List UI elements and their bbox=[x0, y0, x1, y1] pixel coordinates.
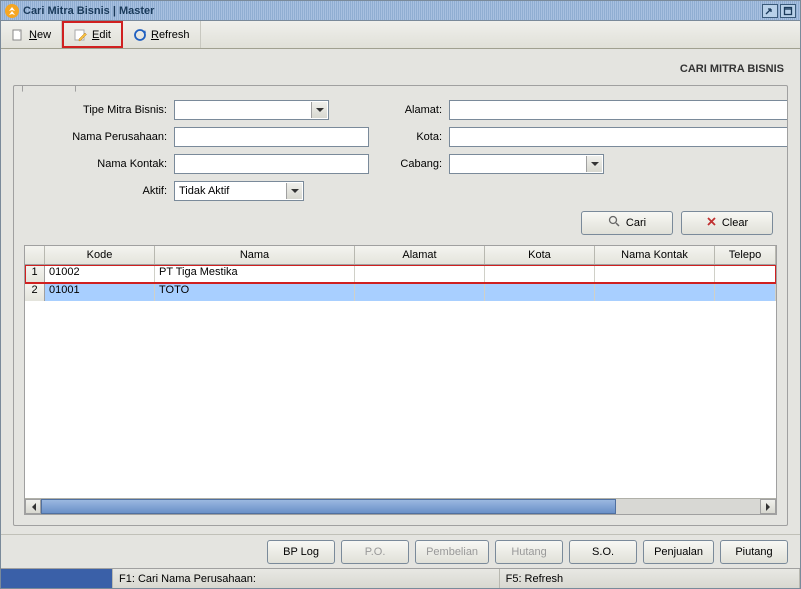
col-kota[interactable]: Kota bbox=[485, 246, 595, 264]
search-icon bbox=[608, 215, 621, 231]
statusbar: F1: Cari Nama Perusahaan: F5: Refresh bbox=[1, 568, 800, 588]
piutang-button[interactable]: Piutang bbox=[720, 540, 788, 564]
scroll-track[interactable] bbox=[41, 499, 760, 514]
cabang-label: Cabang: bbox=[374, 158, 444, 170]
window-title: Cari Mitra Bisnis | Master bbox=[23, 5, 760, 17]
cari-button[interactable]: Cari bbox=[581, 211, 673, 235]
tipe-label: Tipe Mitra Bisnis: bbox=[24, 104, 169, 116]
edit-button[interactable]: Edit bbox=[62, 21, 123, 48]
clear-icon bbox=[706, 216, 717, 230]
refresh-button[interactable]: Refresh bbox=[123, 21, 201, 48]
minimize-button[interactable] bbox=[762, 4, 778, 18]
tab-profil[interactable]: Profil bbox=[22, 85, 76, 92]
new-button[interactable]: New bbox=[1, 21, 62, 48]
footer-buttons: BP Log P.O. Pembelian Hutang S.O. Penjua… bbox=[1, 534, 800, 568]
search-form: Tipe Mitra Bisnis: Alamat: Nama Perusaha… bbox=[24, 100, 777, 201]
kota-input[interactable] bbox=[449, 127, 788, 147]
nama-perusahaan-label: Nama Perusahaan: bbox=[24, 131, 169, 143]
status-f5: F5: Refresh bbox=[500, 569, 800, 588]
kota-label: Kota: bbox=[374, 131, 444, 143]
table-row[interactable]: 2 01001 TOTO bbox=[25, 283, 776, 301]
search-actions: Cari Clear bbox=[24, 211, 777, 235]
maximize-button[interactable] bbox=[780, 4, 796, 18]
profil-panel: Profil Tipe Mitra Bisnis: Alamat: Nama P… bbox=[13, 85, 788, 526]
table-header: Kode Nama Alamat Kota Nama Kontak Telepo bbox=[25, 246, 776, 265]
window: Cari Mitra Bisnis | Master New Edit Refr… bbox=[0, 0, 801, 589]
status-f1: F1: Cari Nama Perusahaan: bbox=[113, 569, 500, 588]
scroll-left-button[interactable] bbox=[25, 499, 41, 514]
aktif-combo[interactable]: Tidak Aktif bbox=[174, 181, 304, 201]
nama-kontak-label: Nama Kontak: bbox=[24, 158, 169, 170]
edit-label: Edit bbox=[92, 29, 111, 41]
table-row[interactable]: 1 01002 PT Tiga Mestika bbox=[25, 265, 776, 283]
refresh-label: Refresh bbox=[151, 29, 190, 41]
po-button[interactable]: P.O. bbox=[341, 540, 409, 564]
app-icon bbox=[5, 4, 19, 18]
scroll-thumb[interactable] bbox=[41, 499, 616, 514]
so-button[interactable]: S.O. bbox=[569, 540, 637, 564]
horizontal-scrollbar[interactable] bbox=[25, 498, 776, 514]
penjualan-button[interactable]: Penjualan bbox=[643, 540, 714, 564]
new-icon bbox=[11, 28, 25, 42]
cabang-combo[interactable] bbox=[449, 154, 604, 174]
status-progress bbox=[1, 569, 113, 588]
col-rownum[interactable] bbox=[25, 246, 45, 264]
table-body: 1 01002 PT Tiga Mestika 2 01001 TOTO bbox=[25, 265, 776, 498]
nama-perusahaan-input[interactable] bbox=[174, 127, 369, 147]
new-label: New bbox=[29, 29, 51, 41]
aktif-label: Aktif: bbox=[24, 185, 169, 197]
hutang-button[interactable]: Hutang bbox=[495, 540, 563, 564]
col-kode[interactable]: Kode bbox=[45, 246, 155, 264]
alamat-label: Alamat: bbox=[374, 104, 444, 116]
clear-label: Clear bbox=[722, 217, 748, 229]
page-title: CARI MITRA BISNIS bbox=[13, 57, 788, 85]
bplog-button[interactable]: BP Log bbox=[267, 540, 335, 564]
titlebar: Cari Mitra Bisnis | Master bbox=[1, 1, 800, 21]
nama-kontak-input[interactable] bbox=[174, 154, 369, 174]
col-telepon[interactable]: Telepo bbox=[715, 246, 776, 264]
toolbar: New Edit Refresh bbox=[1, 21, 800, 49]
tipe-combo[interactable] bbox=[174, 100, 329, 120]
col-alamat[interactable]: Alamat bbox=[355, 246, 485, 264]
cari-label: Cari bbox=[626, 217, 646, 229]
col-nama[interactable]: Nama bbox=[155, 246, 355, 264]
refresh-icon bbox=[133, 28, 147, 42]
edit-icon bbox=[74, 28, 88, 42]
results-table: Kode Nama Alamat Kota Nama Kontak Telepo… bbox=[24, 245, 777, 515]
pembelian-button[interactable]: Pembelian bbox=[415, 540, 489, 564]
alamat-input[interactable] bbox=[449, 100, 788, 120]
content-area: CARI MITRA BISNIS Profil Tipe Mitra Bisn… bbox=[1, 49, 800, 534]
col-kontak[interactable]: Nama Kontak bbox=[595, 246, 715, 264]
clear-button[interactable]: Clear bbox=[681, 211, 773, 235]
scroll-right-button[interactable] bbox=[760, 499, 776, 514]
